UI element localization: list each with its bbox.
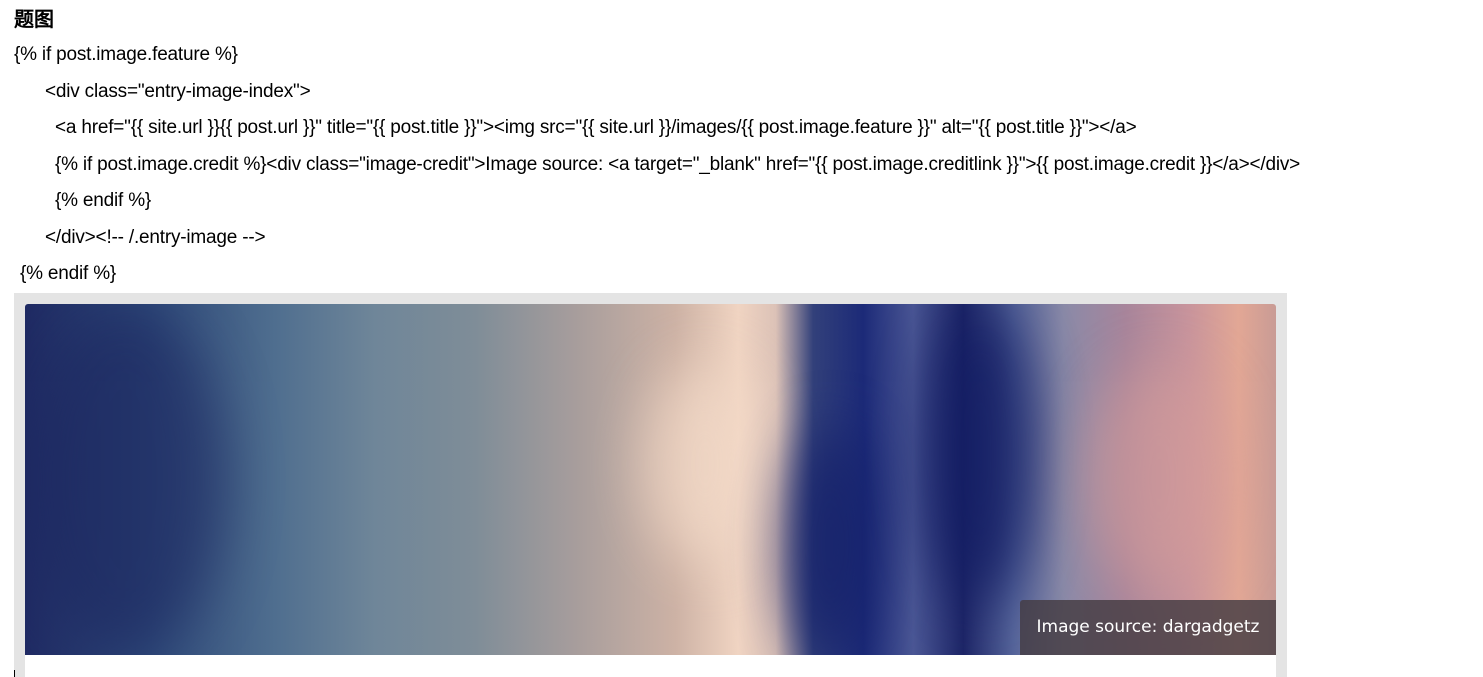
text-cursor	[14, 670, 15, 677]
image-blur-blob	[925, 304, 1035, 604]
feature-image[interactable]: Image source: dargadgetz	[25, 304, 1276, 655]
rendered-preview: Image source: dargadgetz	[14, 293, 1287, 677]
code-line-4: {% if post.image.credit %}<div class="im…	[55, 154, 1301, 175]
code-line-3: <a href="{{ site.url }}{{ post.url }}" t…	[55, 117, 1137, 138]
document-heading: 题图	[14, 9, 54, 31]
image-blur-blob	[785, 424, 875, 655]
image-blur-blob	[645, 364, 765, 564]
image-credit: Image source: dargadgetz	[1020, 600, 1276, 655]
image-credit-label: Image source:	[1036, 617, 1163, 637]
code-line-7: {% endif %}	[20, 263, 117, 284]
image-credit-link[interactable]: dargadgetz	[1163, 617, 1260, 637]
card-body-strip	[25, 655, 1276, 677]
code-line-6: </div><!-- /.entry-image -->	[45, 227, 266, 248]
code-line-5: {% endif %}	[55, 190, 152, 211]
image-blur-blob	[1085, 364, 1235, 594]
code-line-1: {% if post.image.feature %}	[14, 44, 238, 65]
image-blur-blob	[25, 304, 225, 655]
code-line-2: <div class="entry-image-index">	[45, 81, 311, 102]
